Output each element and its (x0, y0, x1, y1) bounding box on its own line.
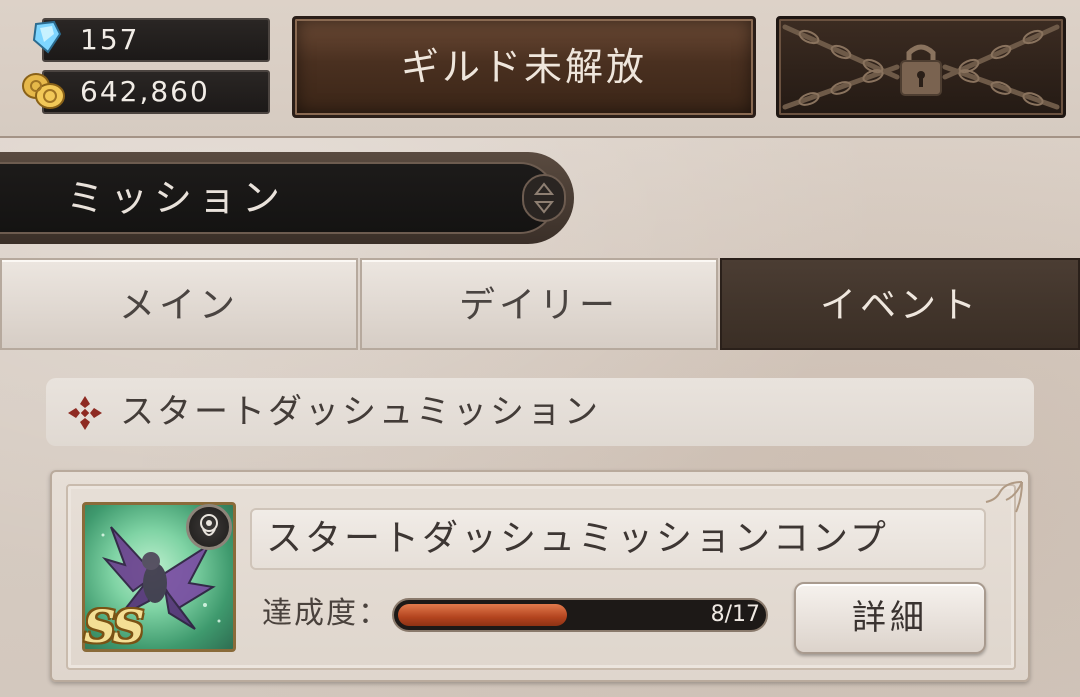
sort-toggle-icon (533, 182, 555, 214)
progress-value: 8/17 (710, 602, 760, 627)
guild-button[interactable]: ギルド未解放 (292, 16, 756, 118)
sort-toggle-button[interactable] (522, 174, 566, 222)
gem-count: 157 (80, 23, 140, 56)
progress-fill (398, 604, 568, 626)
section-title: スタートダッシュミッション (120, 392, 601, 432)
mission-name: スタートダッシュミッションコンプ (266, 518, 889, 559)
element-badge-icon (186, 504, 232, 550)
gold-amount: 642,860 (80, 75, 210, 108)
detail-button[interactable]: 詳細 (794, 582, 986, 654)
page-title: ミッション (66, 176, 287, 220)
tab-daily[interactable]: デイリー (360, 258, 718, 350)
tab-main[interactable]: メイン (0, 258, 358, 350)
gold-counter: 642,860 (42, 70, 270, 114)
progress-label: 達成度： (262, 596, 390, 631)
cross-ornament-icon (68, 396, 102, 430)
tab-event[interactable]: イベント (720, 258, 1080, 350)
locked-feature-button[interactable] (776, 16, 1066, 118)
rank-badge: SS (84, 602, 145, 653)
coin-stack-icon (22, 73, 65, 109)
chained-padlock-icon (782, 24, 1060, 110)
gem-counter: 157 (42, 18, 270, 62)
crystal-icon (32, 20, 62, 54)
